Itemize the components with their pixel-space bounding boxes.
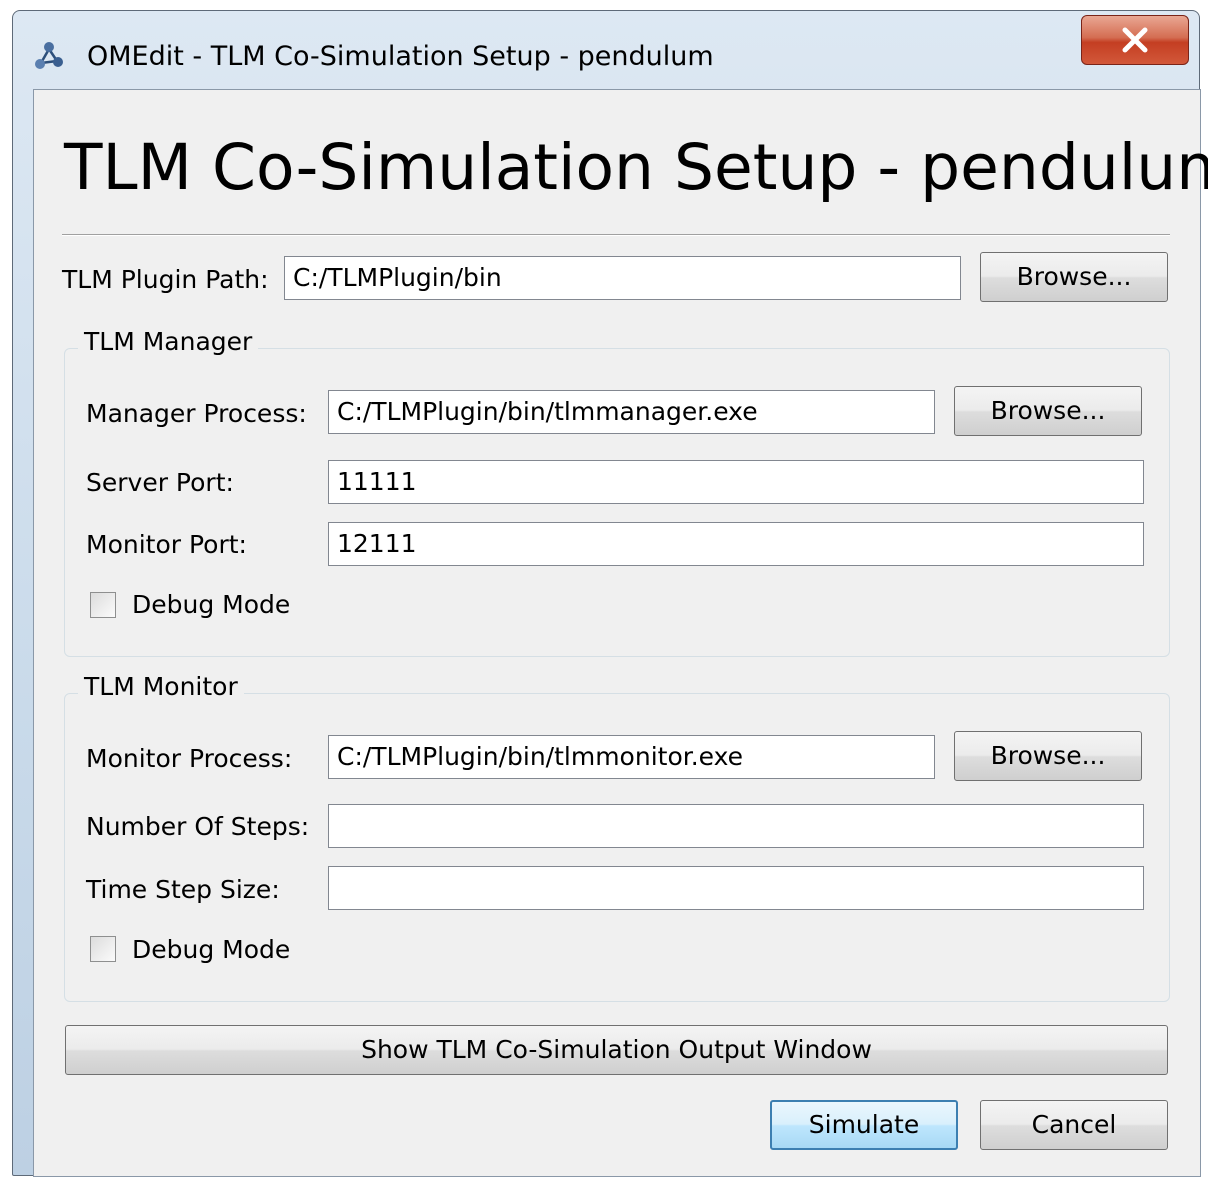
manager-debug-checkbox[interactable] <box>90 592 116 618</box>
monitor-process-label: Monitor Process: <box>86 744 293 773</box>
manager-process-browse-button[interactable]: Browse... <box>954 386 1142 436</box>
close-button[interactable] <box>1081 15 1189 65</box>
window-title: OMEdit - TLM Co-Simulation Setup - pendu… <box>87 41 714 72</box>
manager-debug-label: Debug Mode <box>132 590 291 619</box>
show-output-window-button[interactable]: Show TLM Co-Simulation Output Window <box>65 1025 1168 1075</box>
plugin-path-browse-button[interactable]: Browse... <box>980 252 1168 302</box>
close-icon <box>1122 27 1148 53</box>
plugin-path-input[interactable]: C:/TLMPlugin/bin <box>284 256 961 300</box>
server-port-label: Server Port: <box>86 468 234 497</box>
server-port-input[interactable]: 11111 <box>328 460 1144 504</box>
heading-separator <box>62 234 1170 236</box>
number-of-steps-label: Number Of Steps: <box>86 812 310 841</box>
title-bar[interactable]: OMEdit - TLM Co-Simulation Setup - pendu… <box>13 11 1199 89</box>
time-step-size-label: Time Step Size: <box>86 875 280 904</box>
monitor-process-input[interactable]: C:/TLMPlugin/bin/tlmmonitor.exe <box>328 735 935 779</box>
dialog-window: OMEdit - TLM Co-Simulation Setup - pendu… <box>12 10 1208 1177</box>
dialog-heading: TLM Co-Simulation Setup - pendulum <box>64 131 1208 204</box>
tlm-monitor-group-title: TLM Monitor <box>78 672 244 701</box>
tlm-manager-group-title: TLM Manager <box>78 327 259 356</box>
number-of-steps-input[interactable] <box>328 804 1144 848</box>
manager-process-label: Manager Process: <box>86 399 307 428</box>
omedit-app-icon <box>35 42 63 69</box>
plugin-path-label: TLM Plugin Path: <box>62 265 269 294</box>
monitor-port-label: Monitor Port: <box>86 530 247 559</box>
monitor-port-input[interactable]: 12111 <box>328 522 1144 566</box>
monitor-process-browse-button[interactable]: Browse... <box>954 731 1142 781</box>
monitor-debug-checkbox[interactable] <box>90 936 116 962</box>
cancel-button[interactable]: Cancel <box>980 1100 1168 1150</box>
dialog-body: TLM Co-Simulation Setup - pendulum TLM P… <box>33 89 1208 1177</box>
time-step-size-input[interactable] <box>328 866 1144 910</box>
monitor-debug-label: Debug Mode <box>132 935 291 964</box>
simulate-button[interactable]: Simulate <box>770 1100 958 1150</box>
manager-process-input[interactable]: C:/TLMPlugin/bin/tlmmanager.exe <box>328 390 935 434</box>
